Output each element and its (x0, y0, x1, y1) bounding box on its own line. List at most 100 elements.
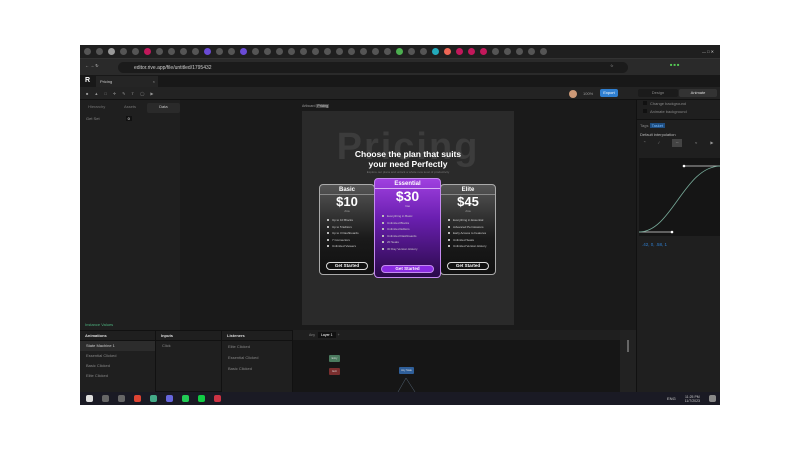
spotify-icon[interactable] (198, 395, 205, 402)
tag-badge[interactable]: Tasket (649, 123, 666, 128)
tab-icon[interactable] (180, 48, 187, 55)
bookmark-star-icon[interactable]: ☆ (610, 63, 614, 68)
tab-icon[interactable] (480, 48, 487, 55)
tab-animate[interactable]: Animate (679, 89, 717, 97)
tab-icon[interactable] (492, 48, 499, 55)
tab-icon[interactable] (192, 48, 199, 55)
tab-icon[interactable] (204, 48, 211, 55)
chrome-icon[interactable] (150, 395, 157, 402)
tab-icon[interactable] (444, 48, 451, 55)
discord-icon[interactable] (166, 395, 173, 402)
tab-icon[interactable] (384, 48, 391, 55)
tab-icon[interactable] (504, 48, 511, 55)
row-value[interactable]: 0 (125, 116, 132, 121)
task-view-icon[interactable] (118, 395, 125, 402)
tab-icon[interactable] (336, 48, 343, 55)
windows-start-icon[interactable] (86, 395, 93, 402)
artboard[interactable]: Pricing Choose the plan that suits your n… (302, 111, 514, 325)
zoom-level[interactable]: 100% (583, 91, 593, 96)
export-button[interactable]: Export (600, 89, 618, 97)
brave-icon[interactable] (134, 395, 141, 402)
listener-item[interactable]: Essential Clicked (222, 352, 292, 363)
animation-item[interactable]: Elite Clicked (80, 371, 155, 381)
plan-card-elite: Elite $45 /mo Everything in Essential Adv… (440, 184, 496, 275)
nav-buttons-icon[interactable]: ← → ↻ (85, 63, 99, 68)
tool-icons[interactable]: ■▲□✛✎T◯▶ (86, 91, 160, 96)
instance-values-link[interactable]: Instance Values (85, 322, 113, 327)
easing-curve-editor[interactable] (639, 158, 720, 236)
avatar[interactable] (569, 90, 577, 98)
canvas[interactable]: Artboard Pricing Pricing Choose the plan… (180, 100, 636, 330)
tab-data[interactable]: Data (146, 103, 180, 113)
any-state-node[interactable]: Any State (399, 367, 414, 374)
tab-assets[interactable]: Assets (113, 103, 146, 113)
browser-tab-strip: — □ ✕ (80, 45, 720, 58)
notifications-icon[interactable] (709, 395, 716, 402)
tab-icon[interactable] (420, 48, 427, 55)
clock[interactable]: 11:25 PM 11/7/2023 (685, 395, 700, 403)
inputs-header: Inputs (156, 331, 221, 341)
change-background-checkbox[interactable]: Change background (637, 100, 720, 108)
url-input[interactable]: editor.rive.app/file/untitled/1795432 (118, 62, 628, 73)
tab-icon[interactable] (168, 48, 175, 55)
input-item[interactable]: Click (156, 341, 221, 351)
tab-design[interactable]: Design (638, 89, 678, 97)
listener-item[interactable]: Elite Clicked (222, 341, 292, 352)
animation-item[interactable]: Essential Clicked (80, 351, 155, 361)
tab-icon[interactable] (144, 48, 151, 55)
app-icon[interactable] (214, 395, 221, 402)
tab-icon[interactable] (96, 48, 103, 55)
tab-icon[interactable] (300, 48, 307, 55)
get-started-button[interactable]: Get Started (447, 262, 489, 270)
tab-icon[interactable] (456, 48, 463, 55)
whatsapp-icon[interactable] (182, 395, 189, 402)
tab-icon[interactable] (264, 48, 271, 55)
plan-period: /mo (344, 209, 350, 213)
language-indicator[interactable]: ENG (667, 396, 676, 401)
tab-icon[interactable] (276, 48, 283, 55)
tab-hierarchy[interactable]: Hierarchy (80, 103, 113, 113)
curve-value[interactable]: .42, 0, .58, 1 (642, 242, 667, 247)
animation-item[interactable]: Basic Clicked (80, 361, 155, 371)
tab-icon[interactable] (84, 48, 91, 55)
tab-icon[interactable] (528, 48, 535, 55)
tab-icon[interactable] (396, 48, 403, 55)
tab-icon[interactable] (216, 48, 223, 55)
tab-icon[interactable] (120, 48, 127, 55)
tab-icon[interactable] (348, 48, 355, 55)
graph-scrollbar[interactable] (620, 330, 636, 392)
active-tab-icon[interactable] (108, 48, 115, 55)
tab-icon[interactable] (312, 48, 319, 55)
animation-item[interactable]: State Machine 1 (80, 341, 155, 351)
get-started-button[interactable]: Get Started (381, 265, 434, 273)
extension-icons[interactable]: ■ ■ ■ (670, 62, 679, 67)
file-tab[interactable]: Pricing (100, 79, 112, 84)
tab-icon[interactable] (372, 48, 379, 55)
data-row[interactable]: Get Set 0 (80, 113, 180, 124)
tab-icon[interactable] (468, 48, 475, 55)
window-controls[interactable]: — □ ✕ (702, 49, 714, 54)
tab-icon[interactable] (432, 48, 439, 55)
tab-icon[interactable] (252, 48, 259, 55)
tab-icon[interactable] (516, 48, 523, 55)
state-machine-graph[interactable]: Any Layer 1 + Entry Exit Any State (292, 330, 620, 392)
animations-header: Animations (80, 331, 155, 341)
tab-icon[interactable] (540, 48, 547, 55)
interpolation-buttons[interactable]: ⌝ ⁄ ∽ ≈ ▶ (637, 139, 720, 147)
listeners-panel: Listeners Elite Clicked Essential Clicke… (222, 330, 292, 392)
tab-icon[interactable] (360, 48, 367, 55)
tab-icon[interactable] (288, 48, 295, 55)
tab-icon[interactable] (324, 48, 331, 55)
tab-icon[interactable] (240, 48, 247, 55)
search-icon[interactable] (102, 395, 109, 402)
close-tab-icon[interactable]: × (153, 79, 155, 84)
tab-icon[interactable] (156, 48, 163, 55)
exit-node[interactable]: Exit (329, 368, 340, 375)
listener-item[interactable]: Basic Clicked (222, 363, 292, 374)
tab-icon[interactable] (228, 48, 235, 55)
tab-icon[interactable] (132, 48, 139, 55)
entry-node[interactable]: Entry (329, 355, 340, 362)
get-started-button[interactable]: Get Started (326, 262, 368, 270)
tab-icon[interactable] (408, 48, 415, 55)
animate-background-checkbox[interactable]: Animate background (637, 108, 720, 116)
